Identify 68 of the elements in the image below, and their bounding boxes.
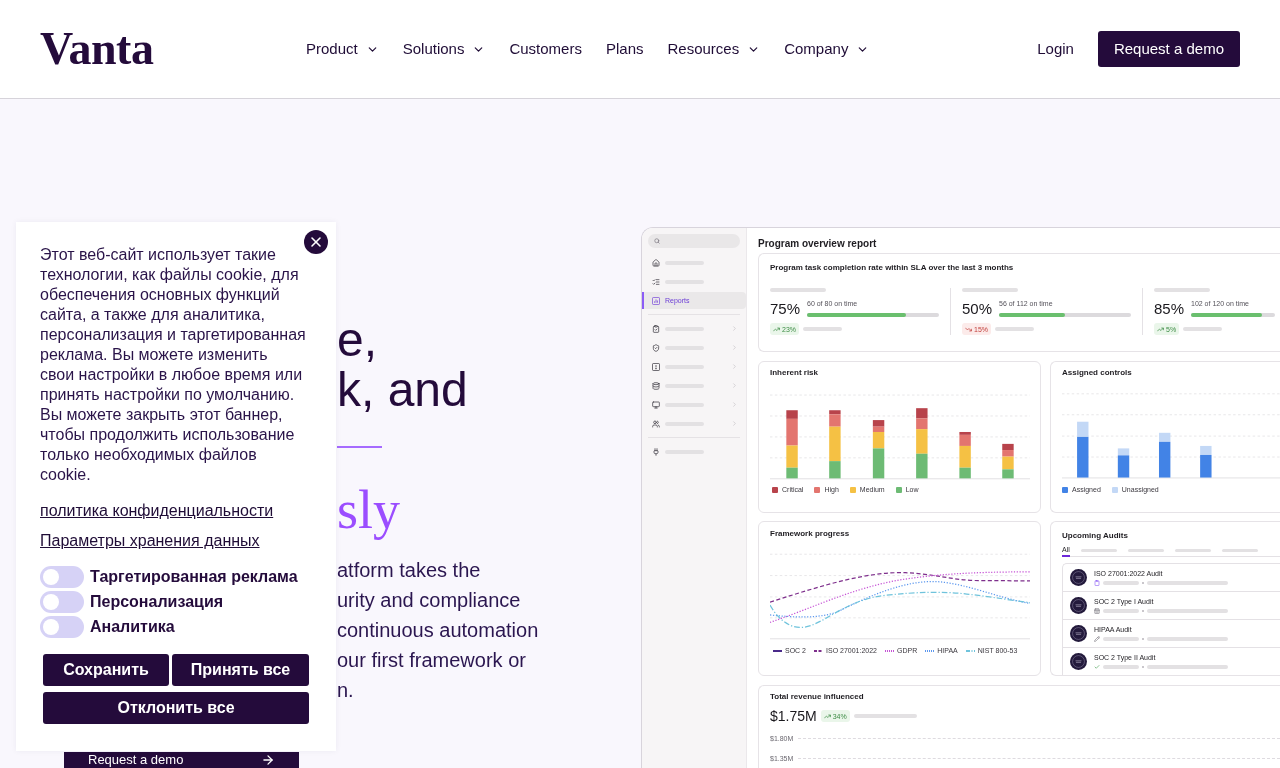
alert-icon xyxy=(652,362,660,371)
check-icon xyxy=(1094,664,1100,670)
card-title: Assigned controls xyxy=(1062,368,1132,378)
nav-menu-item[interactable]: Customers xyxy=(509,37,582,61)
request-demo-button[interactable]: Request a demo xyxy=(64,752,299,768)
search-icon xyxy=(654,238,660,244)
close-button[interactable] xyxy=(304,230,328,254)
toggle-label: Аналитика xyxy=(90,617,175,637)
nav-menu-item[interactable]: Product xyxy=(306,37,379,61)
trend-up-icon xyxy=(823,712,831,720)
chevron-right-icon xyxy=(731,344,738,351)
site-logo[interactable]: Vanta xyxy=(40,23,154,74)
chart-icon xyxy=(652,296,660,305)
nav-menu-item[interactable]: Resources xyxy=(667,37,761,61)
card-title: Framework progress xyxy=(770,529,850,539)
card-title: Total revenue influenced xyxy=(770,692,864,702)
report-title: Program overview report xyxy=(758,237,877,250)
nav-menu-item[interactable]: Solutions xyxy=(402,37,486,61)
chevron-right-icon xyxy=(731,401,738,408)
shield-icon xyxy=(652,343,660,352)
card-title: Program task completion rate within SLA over the last 3 months xyxy=(770,263,1015,273)
certification-badge-icon xyxy=(1070,625,1087,642)
trend-up-icon xyxy=(773,325,780,333)
cookie-notice-text: Этот веб-сайт использует такие технологии, как файлы cookie, для обеспечения основных функций сайта, а также для аналитика, персонализация и таргетированная реклама. Вы можете изменить свои настройки в любое время или принять настройки по умолчанию. Вы можете закрыть этот баннер, чтобы продолжить использование только необходимых файлов cookie. xyxy=(40,245,307,485)
close-icon xyxy=(308,234,324,250)
storage-settings-link[interactable]: Параметры хранения данных xyxy=(40,531,260,551)
users-icon xyxy=(652,419,660,428)
stat-value: 85% xyxy=(1154,299,1185,319)
hero-paragraph: atform takes the urity and compliance continuous automation our first framework or n. xyxy=(337,558,539,703)
monitor-icon xyxy=(652,400,660,409)
database-icon xyxy=(652,381,660,390)
reject-all-button[interactable]: Отклонить все xyxy=(43,692,309,724)
chevron-right-icon xyxy=(731,363,738,370)
card-title: Inherent risk xyxy=(770,368,818,378)
clipboard-icon xyxy=(1094,580,1100,586)
nav-menu-item[interactable]: Company xyxy=(784,37,870,61)
search-field[interactable] xyxy=(648,234,740,248)
home-icon xyxy=(652,258,660,267)
headline-text: e, k, and xyxy=(337,315,468,415)
login-link[interactable]: Login xyxy=(1037,37,1074,61)
privacy-policy-link[interactable]: политика конфиденциальности xyxy=(40,501,274,521)
checklist-icon xyxy=(652,277,660,286)
stat-value: 50% xyxy=(962,299,993,319)
chevron-right-icon xyxy=(731,325,738,332)
trend-up-icon xyxy=(1157,325,1164,333)
toggle-switch[interactable] xyxy=(40,616,84,638)
chevron-right-icon xyxy=(731,382,738,389)
calendar-icon xyxy=(1094,608,1100,614)
pencil-icon xyxy=(1094,636,1100,642)
clipboard-icon xyxy=(652,324,660,333)
request-demo-button[interactable]: Request a demo xyxy=(1097,31,1240,67)
certification-badge-icon xyxy=(1070,653,1087,670)
certification-badge-icon xyxy=(1070,597,1087,614)
toggle-label: Таргетированная реклама xyxy=(90,567,298,587)
revenue-value: $1.75M xyxy=(770,707,817,725)
nav-menu-item[interactable]: Plans xyxy=(605,37,644,61)
toggle-switch[interactable] xyxy=(40,566,84,588)
plug-icon xyxy=(652,447,660,456)
headline-accent-text: sly xyxy=(337,480,401,540)
save-button[interactable]: Сохранить xyxy=(43,654,169,686)
card-title: Upcoming Audits xyxy=(1062,531,1128,541)
trend-down-icon xyxy=(965,325,972,333)
stat-value: 75% xyxy=(770,299,801,319)
certification-badge-icon xyxy=(1070,569,1087,586)
toggle-label: Персонализация xyxy=(90,592,224,612)
toggle-switch[interactable] xyxy=(40,591,84,613)
chevron-right-icon xyxy=(731,420,738,427)
accept-all-button[interactable]: Принять все xyxy=(172,654,309,686)
